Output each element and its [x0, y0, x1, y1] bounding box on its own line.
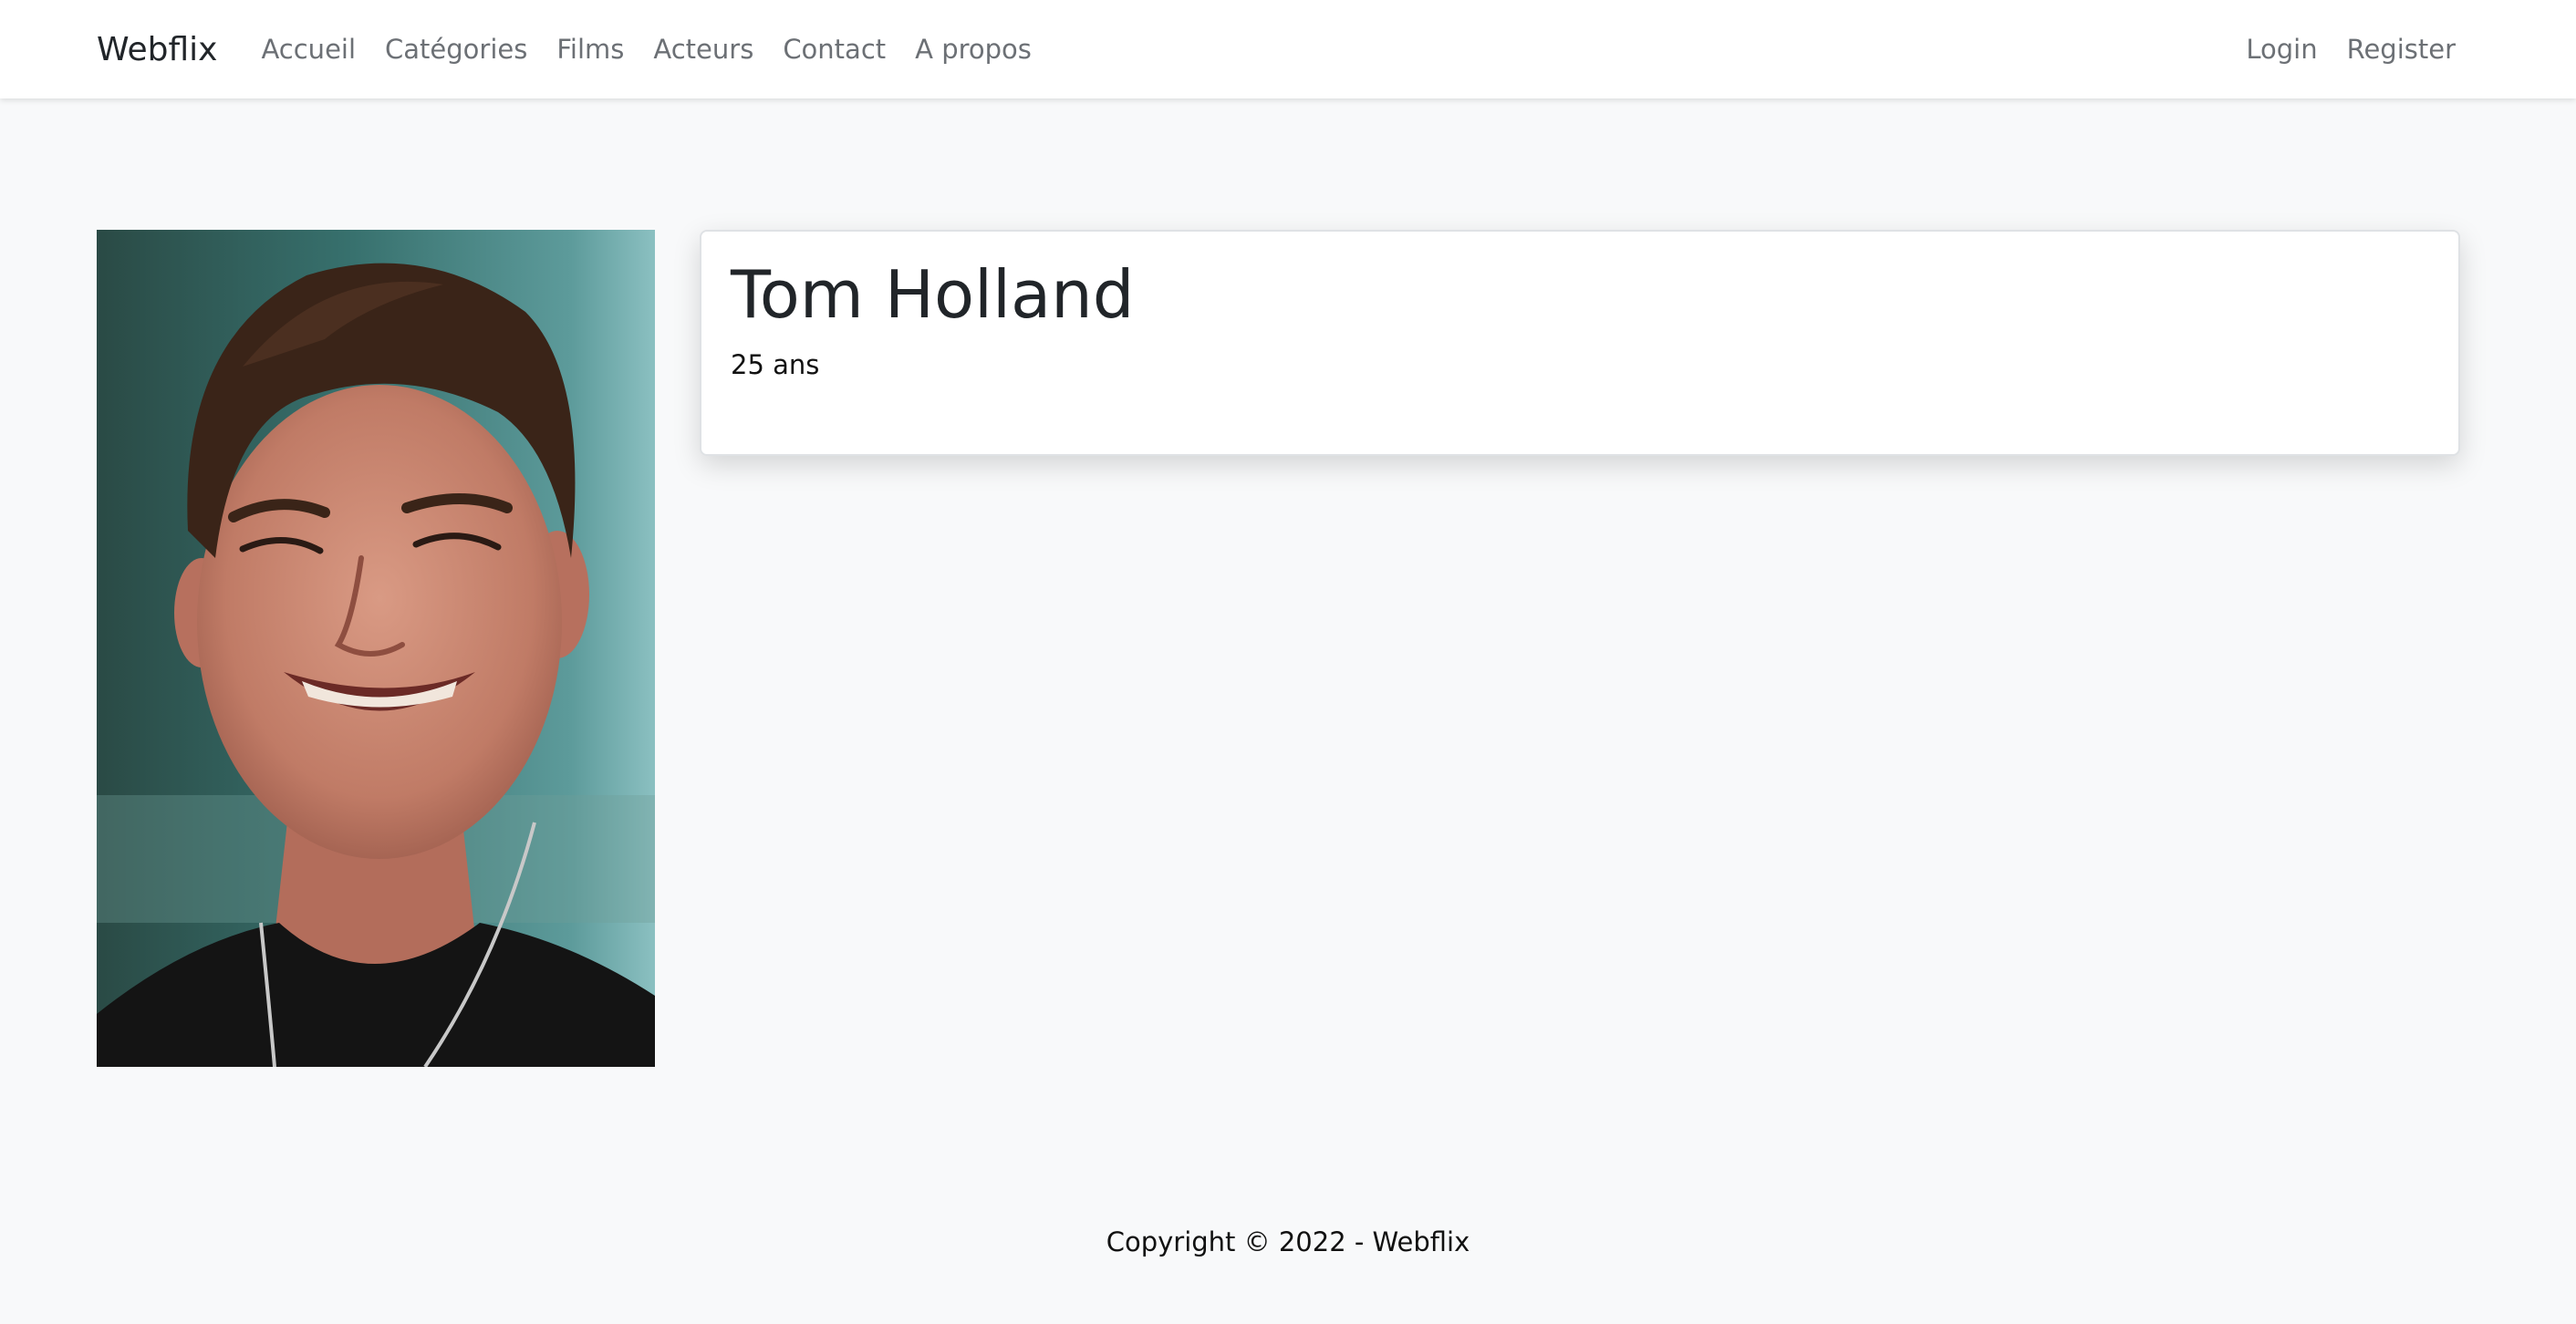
nav-link-a-propos[interactable]: A propos [915, 34, 1032, 65]
login-link[interactable]: Login [2246, 34, 2317, 65]
auth-nav: Login Register [2246, 34, 2479, 65]
nav-link-films[interactable]: Films [556, 34, 624, 65]
register-link[interactable]: Register [2347, 34, 2456, 65]
nav-link-contact[interactable]: Contact [783, 34, 886, 65]
top-navbar: Webflix Accueil Catégories Films Acteurs… [0, 0, 2576, 98]
brand-logo[interactable]: Webflix [97, 31, 217, 68]
actor-portrait-image [97, 230, 655, 1067]
nav-link-categories[interactable]: Catégories [385, 34, 527, 65]
actor-age: 25 ans [731, 349, 820, 381]
nav-link-acteurs[interactable]: Acteurs [653, 34, 753, 65]
nav-link-accueil[interactable]: Accueil [261, 34, 356, 65]
main-nav: Accueil Catégories Films Acteurs Contact… [261, 34, 1060, 65]
actor-name: Tom Holland [731, 256, 1135, 333]
actor-photo [97, 230, 655, 1067]
footer-copyright: Copyright © 2022 - Webflix [1106, 1226, 1470, 1257]
actor-info-card: Tom Holland 25 ans [700, 230, 2460, 456]
